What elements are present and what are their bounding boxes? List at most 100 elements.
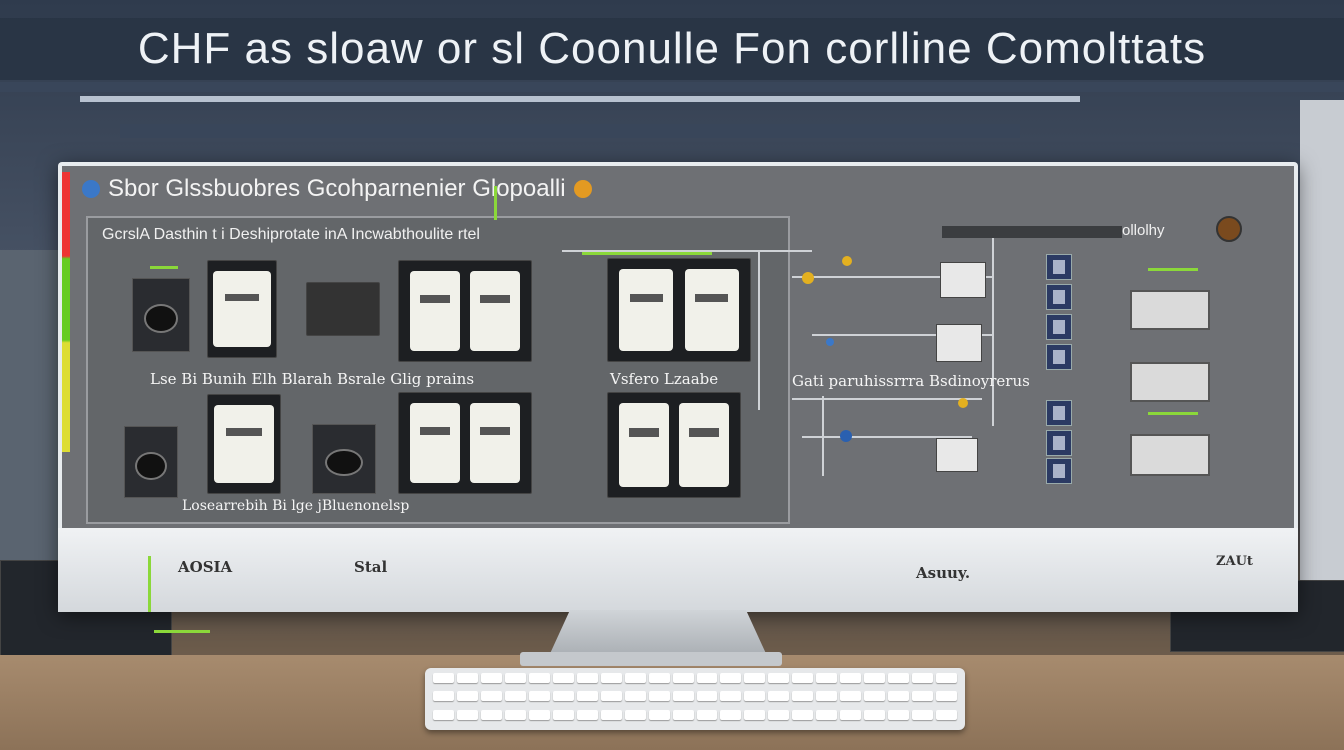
- keyboard-key[interactable]: [912, 691, 934, 702]
- keyboard-key[interactable]: [864, 673, 886, 683]
- device-6: [398, 392, 532, 494]
- keyboard-key[interactable]: [696, 673, 718, 683]
- keyboard-key[interactable]: [768, 709, 790, 720]
- right-card-2: [1130, 362, 1210, 402]
- diagram-box-1: [940, 262, 986, 298]
- chin-accent-line: [148, 556, 151, 612]
- keyboard-key[interactable]: [672, 691, 694, 702]
- thumb-6: [1046, 430, 1072, 456]
- device-3: [398, 260, 532, 362]
- keyboard-key[interactable]: [768, 673, 790, 683]
- status-dot-3: [958, 398, 968, 408]
- keyboard-key[interactable]: [840, 709, 862, 720]
- keyboard-key[interactable]: [744, 709, 766, 720]
- keyboard-key[interactable]: [840, 691, 862, 702]
- keyboard-key[interactable]: [792, 691, 814, 702]
- keyboard-key[interactable]: [504, 709, 526, 720]
- ceiling-beam-1: [0, 82, 1344, 92]
- keyboard-key[interactable]: [576, 673, 598, 683]
- keyboard-key[interactable]: [816, 709, 838, 720]
- monitor-chin: AOSIA Stal Asuuy. ZAUt: [58, 528, 1298, 612]
- keyboard-key[interactable]: [744, 673, 766, 683]
- keyboard-key[interactable]: [552, 673, 574, 683]
- keyboard-key[interactable]: [648, 691, 670, 702]
- keyboard-key[interactable]: [648, 709, 670, 720]
- keyboard-key[interactable]: [888, 691, 910, 702]
- keyboard-key[interactable]: [888, 709, 910, 720]
- keyboard-key[interactable]: [888, 673, 910, 683]
- keyboard-key[interactable]: [528, 673, 550, 683]
- keyboard-key[interactable]: [433, 709, 454, 720]
- keyboard-key[interactable]: [576, 709, 598, 720]
- speaker-device-3: [312, 424, 376, 494]
- orange-badge-icon: [573, 180, 592, 198]
- accent-line-6: [1148, 412, 1198, 415]
- thumb-3: [1046, 314, 1072, 340]
- status-dot-2: [842, 256, 852, 266]
- monitor-screen: Sbor Glssbuobres Gcohparnenier Glopoalli…: [62, 166, 1294, 528]
- keyboard-key[interactable]: [504, 691, 526, 702]
- keyboard-key[interactable]: [433, 673, 454, 683]
- keyboard-key[interactable]: [456, 691, 478, 702]
- keyboard-key[interactable]: [552, 691, 574, 702]
- keyboard-key[interactable]: [504, 673, 526, 683]
- keyboard-key[interactable]: [816, 673, 838, 683]
- chin-accent-line-2: [154, 630, 210, 633]
- keyboard[interactable]: [425, 668, 965, 730]
- keyboard-key[interactable]: [720, 709, 742, 720]
- keyboard-key[interactable]: [528, 709, 550, 720]
- wire-v2: [992, 226, 994, 426]
- device-4: [607, 258, 751, 362]
- caption-row1-left: Lse Bi Bunih Elh Blarah Bsrale Glig prai…: [150, 370, 475, 388]
- keyboard-key[interactable]: [720, 673, 742, 683]
- thumb-1: [1046, 254, 1072, 280]
- keyboard-key[interactable]: [696, 709, 718, 720]
- keyboard-key[interactable]: [792, 709, 814, 720]
- keyboard-key[interactable]: [696, 691, 718, 702]
- keyboard-key[interactable]: [576, 691, 598, 702]
- keyboard-key[interactable]: [768, 691, 790, 702]
- keyboard-key[interactable]: [720, 691, 742, 702]
- status-dot-4: [826, 338, 834, 346]
- keyboard-key[interactable]: [672, 709, 694, 720]
- keyboard-key[interactable]: [672, 673, 694, 683]
- keyboard-key[interactable]: [936, 709, 957, 720]
- keyboard-key[interactable]: [912, 673, 934, 683]
- caption-row2-left: Losearrebih Bi lge jBluenonelsp: [182, 498, 410, 514]
- keyboard-key[interactable]: [864, 691, 886, 702]
- keyboard-key[interactable]: [624, 691, 646, 702]
- keyboard-key[interactable]: [912, 709, 934, 720]
- keyboard-key[interactable]: [433, 691, 454, 702]
- device-1: [207, 260, 277, 358]
- keyboard-key[interactable]: [624, 709, 646, 720]
- keyboard-key[interactable]: [600, 691, 622, 702]
- keyboard-key[interactable]: [480, 709, 502, 720]
- keyboard-key[interactable]: [816, 691, 838, 702]
- accent-line-3: [150, 266, 178, 269]
- keyboard-key[interactable]: [480, 673, 502, 683]
- accent-line-2: [582, 252, 712, 255]
- keyboard-key[interactable]: [792, 673, 814, 683]
- accent-line-1: [494, 186, 497, 220]
- keyboard-key[interactable]: [456, 673, 478, 683]
- wire-h1: [562, 250, 812, 252]
- keyboard-key[interactable]: [936, 691, 957, 702]
- keyboard-key[interactable]: [600, 709, 622, 720]
- power-icon[interactable]: [1216, 216, 1242, 242]
- chin-label-2: Stal: [354, 558, 388, 576]
- chin-label-3: Asuuy.: [916, 564, 971, 582]
- keyboard-key[interactable]: [624, 673, 646, 683]
- keyboard-key[interactable]: [600, 673, 622, 683]
- keyboard-key[interactable]: [480, 691, 502, 702]
- keyboard-key[interactable]: [936, 673, 957, 683]
- title-banner: CHF as sloaw or sl Coonulle Fon corlline…: [0, 18, 1344, 80]
- keyboard-key[interactable]: [840, 673, 862, 683]
- background-wall-left: [0, 250, 60, 600]
- keyboard-key[interactable]: [456, 709, 478, 720]
- keyboard-key[interactable]: [864, 709, 886, 720]
- keyboard-key[interactable]: [552, 709, 574, 720]
- keyboard-key[interactable]: [648, 673, 670, 683]
- ceiling-beam-3: [120, 124, 1020, 138]
- keyboard-key[interactable]: [744, 691, 766, 702]
- keyboard-key[interactable]: [528, 691, 550, 702]
